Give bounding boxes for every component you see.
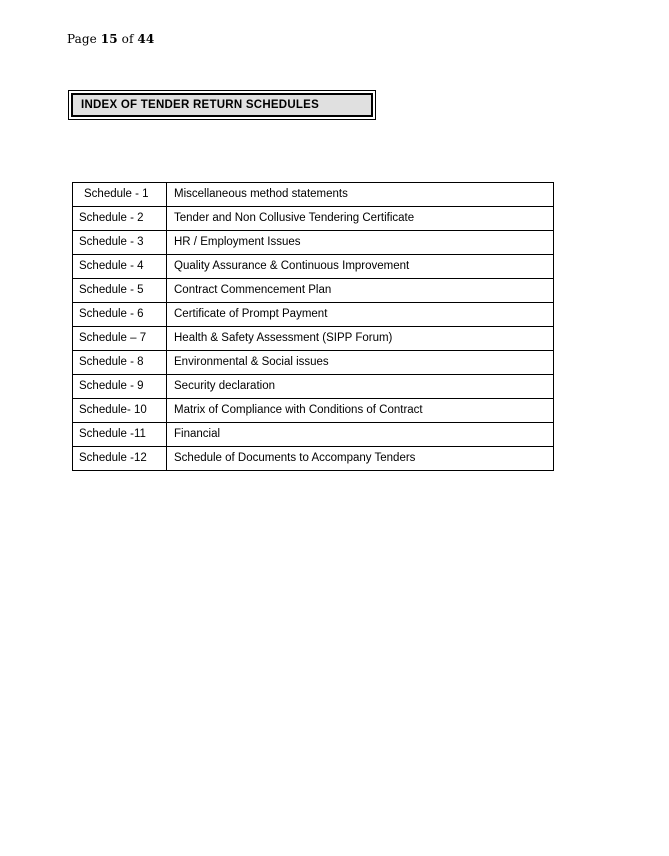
schedule-code-cell: Schedule - 5 (72, 278, 167, 303)
schedule-description-cell: Certificate of Prompt Payment (166, 302, 554, 327)
schedule-description-cell: Financial (166, 422, 554, 447)
section-title-box-inner: INDEX OF TENDER RETURN SCHEDULES (71, 93, 373, 117)
schedule-description-cell: Schedule of Documents to Accompany Tende… (166, 446, 554, 471)
table-row: Schedule - 5 Contract Commencement Plan (72, 278, 554, 303)
total-page-number: 44 (137, 32, 155, 46)
schedule-code-cell: Schedule - 9 (72, 374, 167, 399)
schedule-table-body: Schedule - 1 Miscellaneous method stateme… (72, 182, 554, 471)
schedule-code-cell: Schedule – 7 (72, 326, 167, 351)
table-row: Schedule - 6 Certificate of Prompt Paymen… (72, 302, 554, 327)
section-title-box: INDEX OF TENDER RETURN SCHEDULES (68, 90, 376, 120)
page-number-header: Page 15 of 44 (67, 32, 154, 47)
page-label: Page (67, 32, 97, 46)
schedule-description-cell: Matrix of Compliance with Conditions of … (166, 398, 554, 423)
table-row: Schedule -11 Financial (72, 422, 554, 447)
schedule-description-cell: HR / Employment Issues (166, 230, 554, 255)
schedule-code-cell: Schedule - 8 (72, 350, 167, 375)
document-page: Page 15 of 44 INDEX OF TENDER RETURN SCH… (0, 0, 669, 856)
schedule-description-cell: Miscellaneous method statements (166, 182, 554, 207)
schedule-description-cell: Health & Safety Assessment (SIPP Forum) (166, 326, 554, 351)
schedule-code-cell: Schedule -12 (72, 446, 167, 471)
table-row: Schedule - 3 HR / Employment Issues (72, 230, 554, 255)
table-row: Schedule - 4 Quality Assurance & Continuo… (72, 254, 554, 279)
schedule-description-cell: Environmental & Social issues (166, 350, 554, 375)
schedule-description-cell: Contract Commencement Plan (166, 278, 554, 303)
schedule-code-cell: Schedule - 4 (72, 254, 167, 279)
table-row: Schedule - 9 Security declaration (72, 374, 554, 399)
table-row: Schedule- 10 Matrix of Compliance with Co… (72, 398, 554, 423)
schedule-description-cell: Tender and Non Collusive Tendering Certi… (166, 206, 554, 231)
tender-return-schedules-table: Schedule - 1 Miscellaneous method stateme… (72, 182, 554, 471)
table-row: Schedule - 2 Tender and Non Collusive Ten… (72, 206, 554, 231)
table-row: Schedule - 8 Environmental & Social issue… (72, 350, 554, 375)
schedule-code-cell: Schedule - 3 (72, 230, 167, 255)
schedule-description-cell: Security declaration (166, 374, 554, 399)
schedule-code-cell: Schedule - 6 (72, 302, 167, 327)
schedule-description-cell: Quality Assurance & Continuous Improveme… (166, 254, 554, 279)
table-row: Schedule – 7 Health & Safety Assessment (… (72, 326, 554, 351)
table-row: Schedule -12 Schedule of Documents to Acc… (72, 446, 554, 471)
table-row: Schedule - 1 Miscellaneous method stateme… (72, 182, 554, 207)
schedule-code-cell: Schedule- 10 (72, 398, 167, 423)
section-title-text: INDEX OF TENDER RETURN SCHEDULES (81, 99, 320, 111)
page-of-label: of (121, 32, 134, 46)
schedule-code-cell: Schedule -11 (72, 422, 167, 447)
current-page-number: 15 (100, 32, 118, 46)
schedule-code-cell: Schedule - 1 (72, 182, 167, 207)
schedule-code-cell: Schedule - 2 (72, 206, 167, 231)
